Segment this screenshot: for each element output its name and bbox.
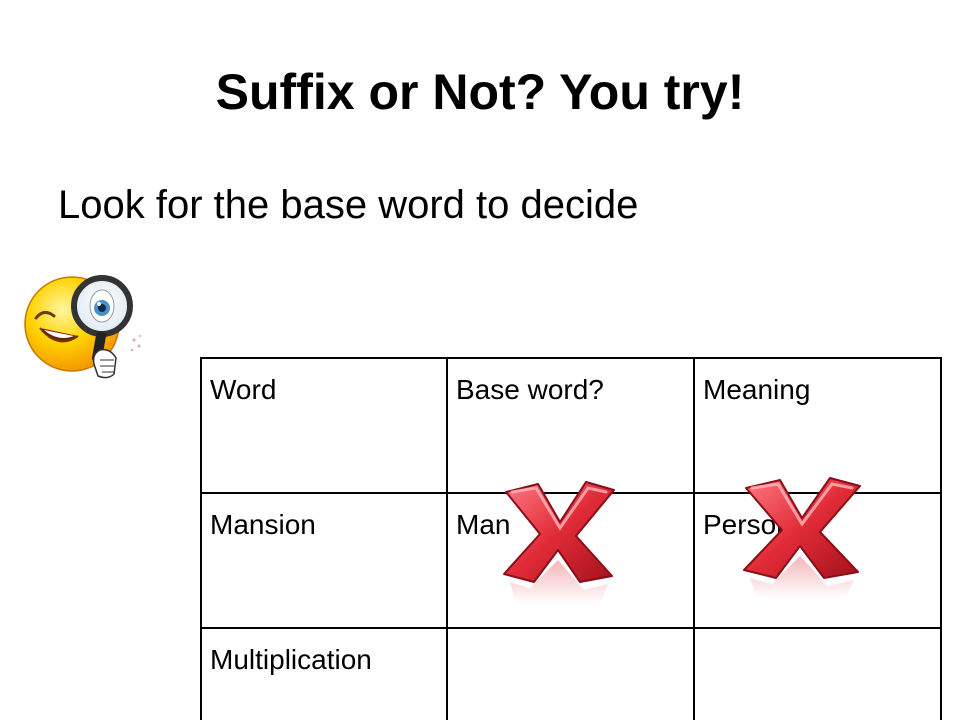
slide: Suffix or Not? You try! Look for the bas…	[0, 0, 960, 720]
slide-title: Suffix or Not? You try!	[215, 64, 745, 120]
header-base-word: Base word?	[446, 357, 695, 494]
cell-word: Mansion	[200, 492, 448, 629]
red-x-icon	[743, 477, 861, 598]
cell-base-word	[446, 627, 695, 720]
smiley-magnifier-icon	[24, 275, 141, 379]
table-header-row: Word Base word? Meaning	[200, 357, 942, 494]
header-word: Word	[200, 357, 448, 494]
slide-subtitle: Look for the base word to decide	[58, 183, 639, 227]
red-x-icon	[503, 481, 615, 604]
header-meaning: Meaning	[693, 357, 942, 494]
cell-word: Multiplication	[200, 627, 448, 720]
table-row: Multiplication	[200, 627, 942, 720]
cell-meaning	[693, 627, 942, 720]
